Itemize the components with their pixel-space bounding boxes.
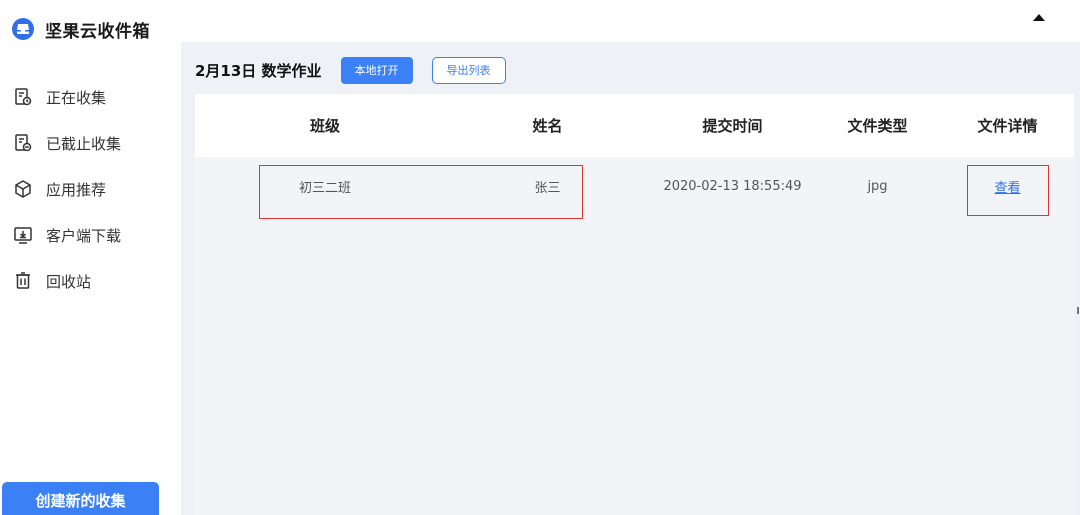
- column-header-name: 姓名: [532, 117, 563, 135]
- app-title: 坚果云收件箱: [45, 21, 150, 42]
- table-row[interactable]: 初三二班 张三 2020-02-13 18:55:49 jpg 查看: [195, 157, 1074, 217]
- sidebar-item-label: 应用推荐: [46, 180, 107, 199]
- page-title: 2月13日 数学作业: [195, 61, 322, 80]
- sidebar-item-closed-collection[interactable]: 已截止收集: [12, 120, 121, 166]
- view-file-link[interactable]: 查看: [960, 157, 1055, 215]
- collecting-icon: [12, 86, 34, 108]
- sidebar-item-app-recommend[interactable]: 应用推荐: [12, 166, 121, 212]
- cell-file-type: jpg: [867, 178, 888, 194]
- toolbar: 2月13日 数学作业 本地打开 导出列表: [195, 56, 506, 84]
- column-header-file-detail: 文件详情: [977, 117, 1038, 135]
- sidebar-item-label: 客户端下载: [46, 226, 122, 245]
- main-panel: 2月13日 数学作业 本地打开 导出列表 班级 姓名 提交时间 文件类型 文件详…: [181, 42, 1080, 515]
- closed-collection-icon: [12, 132, 34, 154]
- sidebar: 坚果云收件箱 正在收集 已截止收集 应用推荐 客户端下载 回收站 创建新的收集: [0, 0, 181, 515]
- submissions-table: 班级 姓名 提交时间 文件类型 文件详情 初三二班 张三 2020-02-13 …: [195, 94, 1074, 515]
- box-icon: [12, 178, 34, 200]
- sidebar-item-collecting[interactable]: 正在收集: [12, 74, 121, 120]
- sidebar-item-recycle-bin[interactable]: 回收站: [12, 258, 121, 304]
- collapse-up-icon[interactable]: [1033, 14, 1045, 21]
- column-header-file-type: 文件类型: [847, 117, 908, 135]
- column-header-submit-time: 提交时间: [702, 117, 763, 135]
- table-header: 班级 姓名 提交时间 文件类型 文件详情: [195, 94, 1074, 157]
- sidebar-item-label: 已截止收集: [46, 134, 122, 153]
- column-header-class: 班级: [309, 117, 340, 135]
- cell-class: 初三二班: [298, 180, 351, 196]
- sidebar-item-label: 回收站: [46, 272, 92, 291]
- export-list-button[interactable]: 导出列表: [431, 56, 506, 84]
- create-collection-button[interactable]: 创建新的收集: [2, 482, 159, 515]
- scroll-edge-mark: [1077, 307, 1079, 314]
- download-client-icon: [12, 224, 34, 246]
- open-local-button[interactable]: 本地打开: [340, 56, 413, 84]
- brand: 坚果云收件箱: [12, 16, 150, 42]
- app-window: 坚果云收件箱 正在收集 已截止收集 应用推荐 客户端下载 回收站 创建新的收集 …: [0, 0, 1080, 515]
- cell-submit-time: 2020-02-13 18:55:49: [663, 178, 802, 194]
- sidebar-item-label: 正在收集: [46, 88, 107, 107]
- inbox-logo-icon: [12, 18, 34, 40]
- sidebar-item-client-download[interactable]: 客户端下载: [12, 212, 121, 258]
- trash-icon: [12, 270, 34, 292]
- sidebar-nav: 正在收集 已截止收集 应用推荐 客户端下载 回收站: [12, 74, 121, 304]
- cell-name: 张三: [534, 180, 561, 196]
